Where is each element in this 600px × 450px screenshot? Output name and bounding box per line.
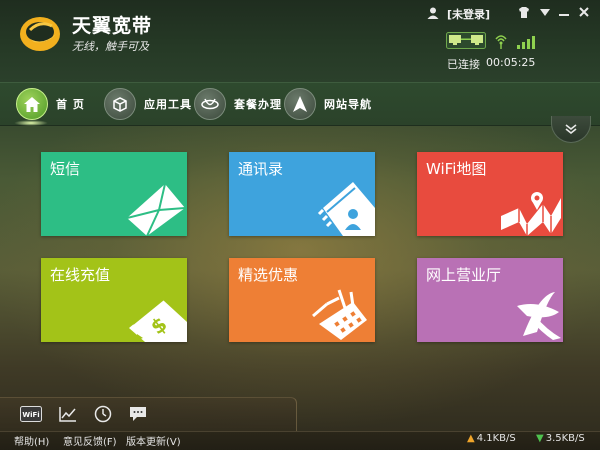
tile-online-hall[interactable]: 网上营业厅 xyxy=(417,258,563,342)
telecom-icon xyxy=(194,88,226,120)
tile-label: 网上营业厅 xyxy=(426,266,502,284)
china-telecom-logo xyxy=(20,17,60,51)
toolbox-icon xyxy=(104,88,136,120)
tile-label: 在线充值 xyxy=(50,266,111,284)
minimize-icon[interactable] xyxy=(556,5,572,19)
download-speed-value: 3.5KB/S xyxy=(545,433,585,444)
menu-icon[interactable] xyxy=(537,5,553,19)
chart-icon[interactable] xyxy=(57,404,79,424)
signal-bars-icon xyxy=(517,36,535,49)
tile-label: 精选优惠 xyxy=(238,266,299,284)
wifi-icon[interactable]: WiFi xyxy=(20,404,42,424)
map-icon xyxy=(501,192,561,236)
chat-icon[interactable] xyxy=(127,404,149,424)
app-slogan: 无线，触手可及 xyxy=(72,40,149,53)
nav-item-packages[interactable]: 套餐办理 xyxy=(194,87,282,121)
navigation-icon xyxy=(284,88,316,120)
home-icon xyxy=(16,88,48,120)
card-icon: $ xyxy=(129,297,187,342)
login-status[interactable]: [未登录] xyxy=(447,6,490,22)
double-chevron-down-icon xyxy=(565,124,577,134)
tile-sms[interactable]: 短信 xyxy=(41,152,187,236)
tile-contacts[interactable]: 通讯录 xyxy=(229,152,375,236)
speedometer-icon[interactable] xyxy=(92,404,114,424)
active-indicator xyxy=(14,120,48,126)
nav-label: 首 页 xyxy=(56,98,85,111)
help-link[interactable]: 帮助(H) xyxy=(14,433,49,448)
title-bar: 天翼宽带 无线，触手可及 [未登录] 已连接 00:05:25 xyxy=(0,0,600,82)
tile-label: 短信 xyxy=(50,160,81,178)
nav-item-home[interactable]: 首 页 xyxy=(16,87,85,121)
download-arrow-icon: ▼ xyxy=(536,433,544,444)
tile-wifi-map[interactable]: WiFi地图 xyxy=(417,152,563,236)
app-window: 天翼宽带 无线，触手可及 [未登录] 已连接 00:05:25 首 页 应用工具… xyxy=(0,0,600,450)
upload-speed: ▲ 4.1KB/S xyxy=(467,433,516,444)
connection-timer: 00:05:25 xyxy=(486,56,536,69)
main-nav: 首 页 应用工具 套餐办理 网站导航 xyxy=(0,82,600,126)
close-icon[interactable] xyxy=(576,5,592,19)
wifi-icon-label: WiFi xyxy=(22,411,39,419)
tile-label: WiFi地图 xyxy=(426,160,487,178)
upload-speed-value: 4.1KB/S xyxy=(476,433,516,444)
user-icon[interactable] xyxy=(427,7,439,19)
tile-label: 通讯录 xyxy=(238,160,284,178)
envelope-icon xyxy=(126,183,186,236)
nav-label: 网站导航 xyxy=(324,98,372,111)
skin-icon[interactable] xyxy=(516,5,532,19)
app-name: 天翼宽带 xyxy=(72,15,153,37)
upload-arrow-icon: ▲ xyxy=(467,433,475,444)
download-speed: ▼ 3.5KB/S xyxy=(536,433,585,444)
collapse-button[interactable] xyxy=(551,116,591,143)
nav-label: 套餐办理 xyxy=(234,98,282,111)
nav-label: 应用工具 xyxy=(144,98,192,111)
connection-status: 已连接 xyxy=(447,58,480,71)
china-telecom-logo xyxy=(517,292,561,340)
network-status-icon xyxy=(446,32,486,49)
contacts-icon xyxy=(317,182,375,236)
tile-recharge[interactable]: 在线充值 $ xyxy=(41,258,187,342)
feedback-link[interactable]: 意见反馈(F) xyxy=(63,433,117,448)
nav-item-app-tools[interactable]: 应用工具 xyxy=(104,87,192,121)
basket-icon xyxy=(312,289,367,340)
update-link[interactable]: 版本更新(V) xyxy=(126,433,181,448)
tile-offers[interactable]: 精选优惠 xyxy=(229,258,375,342)
nav-item-web-nav[interactable]: 网站导航 xyxy=(284,87,372,121)
wireless-signal-icon xyxy=(495,35,507,49)
